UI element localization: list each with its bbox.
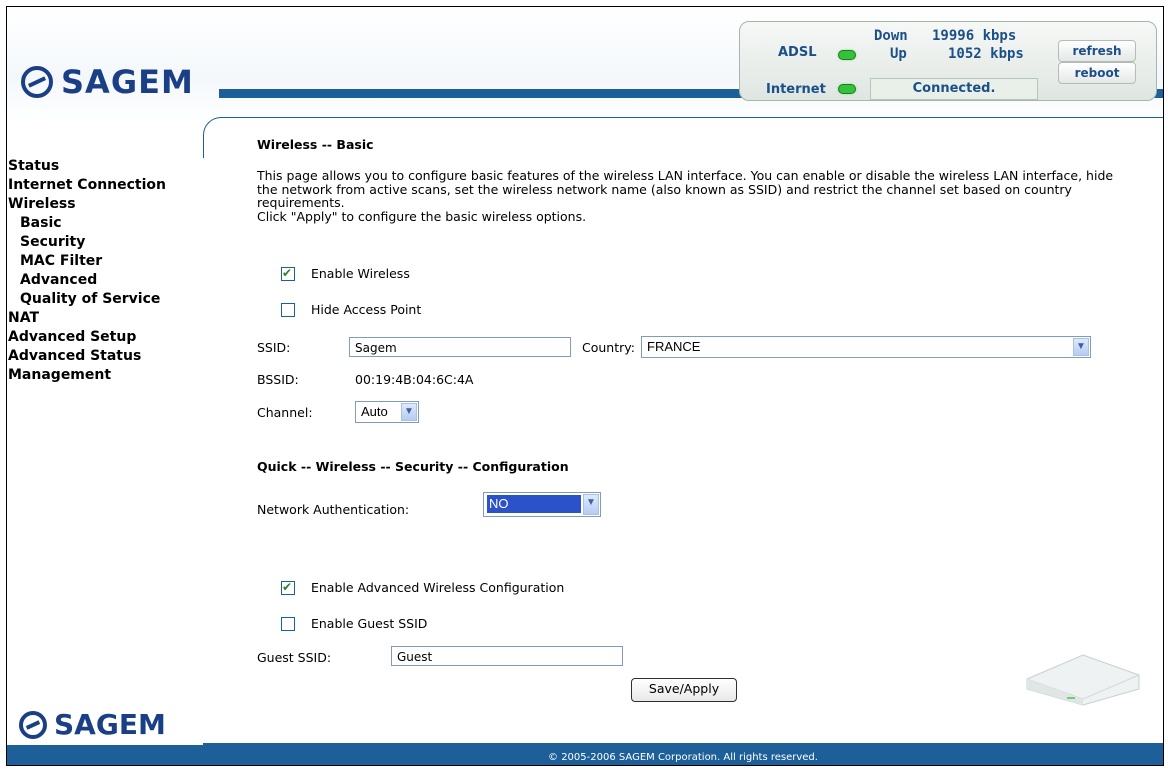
page-title: Wireless -- Basic — [257, 137, 374, 152]
country-value: FRANCE — [647, 339, 701, 354]
hide-ap-checkbox[interactable] — [281, 302, 295, 317]
sidebar-item-quality-of-service[interactable]: Quality of Service — [7, 290, 203, 309]
sidebar: Status Internet Connection Wireless Basi… — [7, 157, 203, 717]
sidebar-item-nat[interactable]: NAT — [7, 309, 203, 328]
enable-wireless-checkbox[interactable] — [281, 266, 295, 281]
router-image — [1026, 654, 1140, 706]
chevron-down-icon: ▼ — [583, 494, 599, 515]
adsl-label: ADSL — [778, 45, 817, 60]
adv-wireless-row: Enable Advanced Wireless Configuration — [281, 580, 564, 596]
footer: © 2005-2006 SAGEM Corporation. All right… — [203, 743, 1163, 765]
bssid-value: 00:19:4B:04:6C:4A — [355, 372, 474, 387]
chevron-down-icon: ▼ — [1073, 338, 1089, 356]
sagem-logo-mark-icon — [19, 710, 47, 739]
adv-wireless-label: Enable Advanced Wireless Configuration — [310, 580, 565, 595]
enable-wireless-row: Enable Wireless — [281, 266, 410, 282]
sidebar-item-internet-connection[interactable]: Internet Connection — [7, 176, 203, 195]
save-apply-button[interactable]: Save/Apply — [631, 678, 737, 702]
guest-ssid-checkbox[interactable] — [281, 616, 295, 631]
sidebar-item-wireless[interactable]: Wireless — [7, 195, 203, 214]
sidebar-item-advanced-status[interactable]: Advanced Status — [7, 347, 203, 366]
country-label: Country: — [582, 340, 635, 355]
ssid-label: SSID: — [257, 340, 291, 355]
ssid-input[interactable]: Sagem — [349, 337, 571, 357]
header: SAGEM ADSL Internet Down 19996 kbps Up 1… — [7, 7, 1163, 125]
sidebar-item-management[interactable]: Management — [7, 366, 203, 385]
sagem-logo: SAGEM — [21, 63, 194, 101]
adsl-led-icon — [838, 50, 856, 60]
up-label: Up — [890, 46, 907, 62]
channel-select[interactable]: Auto ▼ — [355, 401, 419, 423]
brand-name: SAGEM — [61, 63, 194, 101]
net-auth-select[interactable]: NO ▼ — [483, 492, 601, 517]
net-auth-label: Network Authentication: — [257, 502, 410, 517]
connection-status: Connected. — [870, 78, 1038, 100]
page-description: This page allows you to configure basic … — [257, 169, 1117, 223]
hide-ap-label: Hide Access Point — [310, 302, 422, 317]
bssid-label: BSSID: — [257, 372, 299, 387]
channel-label: Channel: — [257, 405, 313, 420]
description-text: This page allows you to configure basic … — [257, 168, 1114, 210]
guest-ssid-input[interactable]: Guest — [391, 646, 623, 666]
sidebar-item-security[interactable]: Security — [7, 233, 203, 252]
description-apply-text: Click "Apply" to configure the basic wir… — [257, 208, 587, 224]
down-label: Down — [874, 28, 908, 44]
quick-security-title: Quick -- Wireless -- Security -- Configu… — [257, 459, 569, 474]
down-rate: 19996 kbps — [932, 28, 1017, 44]
channel-value: Auto — [361, 404, 388, 419]
country-select[interactable]: FRANCE ▼ — [641, 336, 1091, 358]
net-auth-value: NO — [487, 495, 581, 513]
internet-led-icon — [838, 84, 856, 94]
connection-status-panel: ADSL Internet Down 19996 kbps Up 1052 kb… — [739, 21, 1157, 101]
router-admin-page: SAGEM ADSL Internet Down 19996 kbps Up 1… — [6, 6, 1164, 766]
hide-ap-row: Hide Access Point — [281, 302, 421, 318]
brand-name-bottom: SAGEM — [54, 708, 166, 741]
sidebar-nav: Status Internet Connection Wireless Basi… — [7, 157, 203, 385]
internet-label: Internet — [766, 82, 826, 97]
sagem-logo-bottom: SAGEM — [19, 708, 166, 741]
guest-ssid-row: Enable Guest SSID — [281, 616, 427, 632]
guest-ssid-enable-label: Enable Guest SSID — [310, 616, 428, 631]
sidebar-item-advanced-setup[interactable]: Advanced Setup — [7, 328, 203, 347]
reboot-button[interactable]: reboot — [1058, 62, 1136, 84]
chevron-down-icon: ▼ — [401, 403, 417, 421]
sidebar-item-mac-filter[interactable]: MAC Filter — [7, 252, 203, 271]
enable-wireless-label: Enable Wireless — [310, 266, 410, 281]
sidebar-item-basic[interactable]: Basic — [7, 214, 203, 233]
footer-left-bar — [7, 745, 203, 765]
refresh-button[interactable]: refresh — [1058, 40, 1136, 62]
adv-wireless-checkbox[interactable] — [281, 580, 295, 595]
up-rate: 1052 kbps — [948, 46, 1024, 62]
sidebar-item-status[interactable]: Status — [7, 157, 203, 176]
sagem-logo-mark-icon — [21, 66, 53, 98]
sidebar-item-advanced[interactable]: Advanced — [7, 271, 203, 290]
guest-ssid-label: Guest SSID: — [257, 650, 332, 665]
